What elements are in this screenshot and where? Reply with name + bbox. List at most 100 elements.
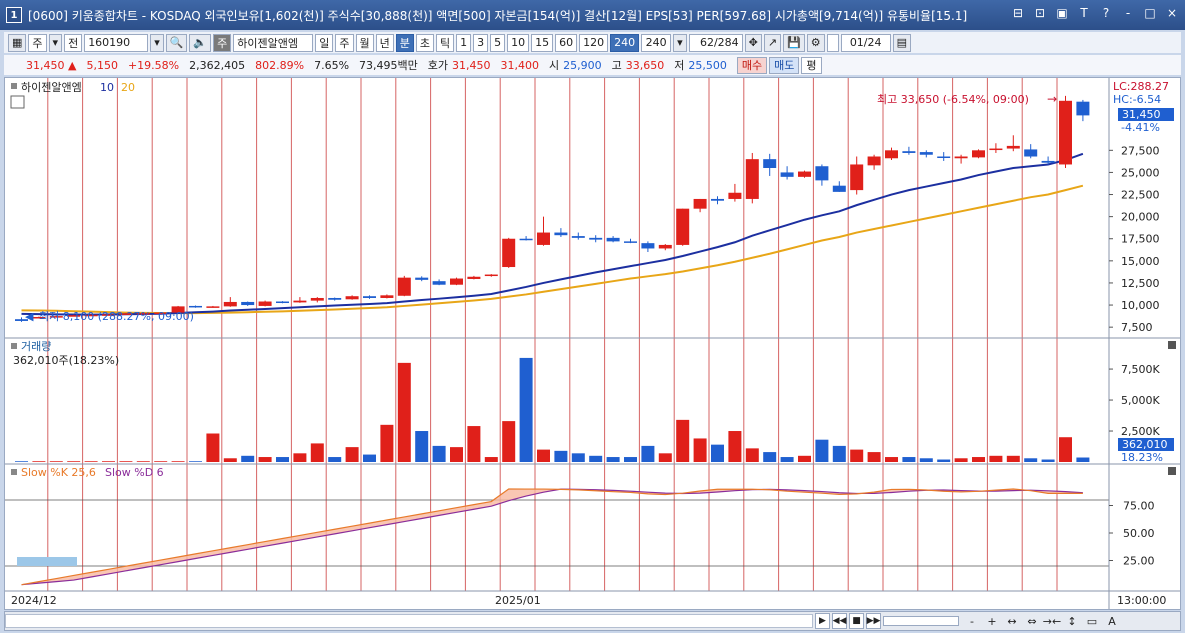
stoch-close-icon[interactable]: [1168, 467, 1176, 475]
gear-icon[interactable]: ⚙: [806, 33, 825, 52]
layout-icon[interactable]: ⊟: [1011, 6, 1025, 20]
interval-3-button[interactable]: 3: [473, 33, 489, 52]
fit-icon[interactable]: ↔: [1005, 613, 1019, 629]
candle-body: [258, 301, 272, 306]
volume-bar: [902, 457, 916, 462]
period-month-button[interactable]: 월: [355, 33, 374, 52]
ma-long-label: 20: [121, 81, 135, 94]
zoom-slider[interactable]: [883, 616, 959, 626]
volume-bar: [502, 421, 516, 462]
text-icon[interactable]: T: [1077, 6, 1091, 20]
forward-icon[interactable]: ▶▶: [866, 613, 881, 629]
tile-icon[interactable]: ⊡: [1033, 6, 1047, 20]
period-week-button[interactable]: 주: [335, 33, 354, 52]
candle-body: [223, 301, 237, 307]
text-size-icon[interactable]: A: [1105, 613, 1119, 629]
buy-button[interactable]: 매수: [736, 56, 768, 74]
scroll-buttons: ▶ ◀◀ ■ ▶▶: [815, 613, 881, 629]
minimize-button[interactable]: -: [1121, 6, 1135, 20]
candle-body: [867, 156, 881, 166]
count-input[interactable]: 62 /284: [688, 33, 743, 52]
open-price: 25,900: [563, 58, 602, 72]
volume-bar: [885, 457, 898, 462]
interval-5-button[interactable]: 5: [490, 33, 506, 52]
maximize-button[interactable]: □: [1143, 6, 1157, 20]
lock-icon[interactable]: ▭: [1085, 613, 1099, 629]
volume-close-icon[interactable]: [1168, 341, 1176, 349]
candle-body: [380, 295, 394, 298]
sell-button[interactable]: 매도: [769, 56, 800, 74]
high-label: 고: [611, 59, 622, 72]
interval-dropdown-icon[interactable]: ▾: [673, 33, 687, 52]
zoom-minus-icon[interactable]: -: [965, 613, 979, 629]
count-value: 62: [699, 36, 714, 49]
grid-icon[interactable]: ▦: [8, 33, 27, 52]
interval-1-button[interactable]: 1: [456, 33, 472, 52]
play-icon[interactable]: ▶: [815, 613, 830, 629]
candle-body: [745, 159, 759, 199]
rewind-icon[interactable]: ◀◀: [832, 613, 847, 629]
price-tick-label: 20,000: [1121, 211, 1160, 224]
period-year-button[interactable]: 년: [375, 33, 394, 52]
volume-tick-label: 7,500K: [1121, 363, 1160, 376]
candle-body: [728, 192, 742, 199]
candlesticks: [15, 95, 1090, 322]
horizontal-scrollbar[interactable]: [5, 614, 813, 628]
volume-bar: [223, 458, 237, 462]
volume-bar: [345, 447, 359, 462]
y-axis-labels: 27,500 25,000 22,500 20,000 17,500 15,000 12,5…: [1109, 144, 1160, 568]
volume-bar: [745, 448, 759, 462]
interval-value-input[interactable]: 240: [641, 33, 672, 52]
search-icon[interactable]: 🔍: [165, 33, 188, 52]
interval-60-button[interactable]: 60: [555, 33, 578, 52]
stock-code-input[interactable]: 160190: [84, 33, 149, 52]
volume-bar: [519, 357, 533, 462]
volume-bar: [832, 445, 846, 462]
period-minute-button[interactable]: 분: [395, 33, 414, 52]
period-second-button[interactable]: 초: [415, 33, 434, 52]
interval-240-button[interactable]: 240: [610, 33, 640, 52]
volume-bar: [15, 461, 28, 462]
volume-bar: [589, 455, 603, 462]
speaker-icon[interactable]: 🔈: [189, 33, 212, 52]
chart-svg[interactable]: 27,500 25,000 22,500 20,000 17,500 15,000 12,5…: [5, 78, 1180, 609]
help-icon[interactable]: ?: [1099, 6, 1113, 20]
shrink-icon[interactable]: →←: [1043, 613, 1061, 629]
draw-tool-icon[interactable]: ↗: [763, 33, 782, 52]
save-icon[interactable]: 💾: [783, 33, 805, 52]
crosshair-icon[interactable]: ✥: [744, 33, 762, 52]
period-day-button[interactable]: 일: [315, 33, 334, 52]
reset-icon[interactable]: ↕: [1065, 613, 1079, 629]
candle-body: [798, 171, 811, 177]
volume-bar: [1006, 455, 1020, 462]
code-dropdown-icon[interactable]: ▾: [150, 33, 164, 52]
date-input[interactable]: 01/24: [840, 33, 891, 52]
chevron-down-icon[interactable]: ▾: [48, 33, 63, 52]
interval-15-button[interactable]: 15: [531, 33, 554, 52]
screen-icon[interactable]: ▣: [1055, 6, 1069, 20]
interval-10-button[interactable]: 10: [507, 33, 530, 52]
zoom-plus-icon[interactable]: +: [985, 613, 999, 629]
price-change-rate: +19.58%: [127, 58, 180, 72]
interval-120-button[interactable]: 120: [579, 33, 609, 52]
candle-body: [606, 237, 620, 242]
stoch-tick-label: 50.00: [1123, 527, 1155, 540]
period-main-select[interactable]: 주: [28, 33, 47, 52]
grid-toggle-icon[interactable]: [10, 95, 25, 109]
stock-name-label: 하이젠알앤엠: [233, 33, 314, 52]
candle-body: [954, 156, 968, 159]
candle-body: [345, 296, 359, 300]
chart-area[interactable]: 27,500 25,000 22,500 20,000 17,500 15,000 12,5…: [4, 77, 1181, 610]
period-tick-button[interactable]: 틱: [436, 33, 455, 52]
average-button[interactable]: 평: [801, 56, 822, 74]
close-button[interactable]: ×: [1165, 6, 1179, 20]
stop-icon[interactable]: ■: [849, 613, 864, 629]
candle-body: [972, 150, 985, 158]
calendar-icon[interactable]: ▤: [892, 33, 912, 52]
price-tick-label: 27,500: [1121, 144, 1160, 157]
period-sub-select[interactable]: 전: [64, 33, 83, 52]
price-tick-label: 15,000: [1121, 255, 1160, 268]
candle-body: [850, 164, 864, 191]
date-checkbox[interactable]: [826, 33, 839, 52]
expand-icon[interactable]: ⇔: [1025, 613, 1039, 629]
